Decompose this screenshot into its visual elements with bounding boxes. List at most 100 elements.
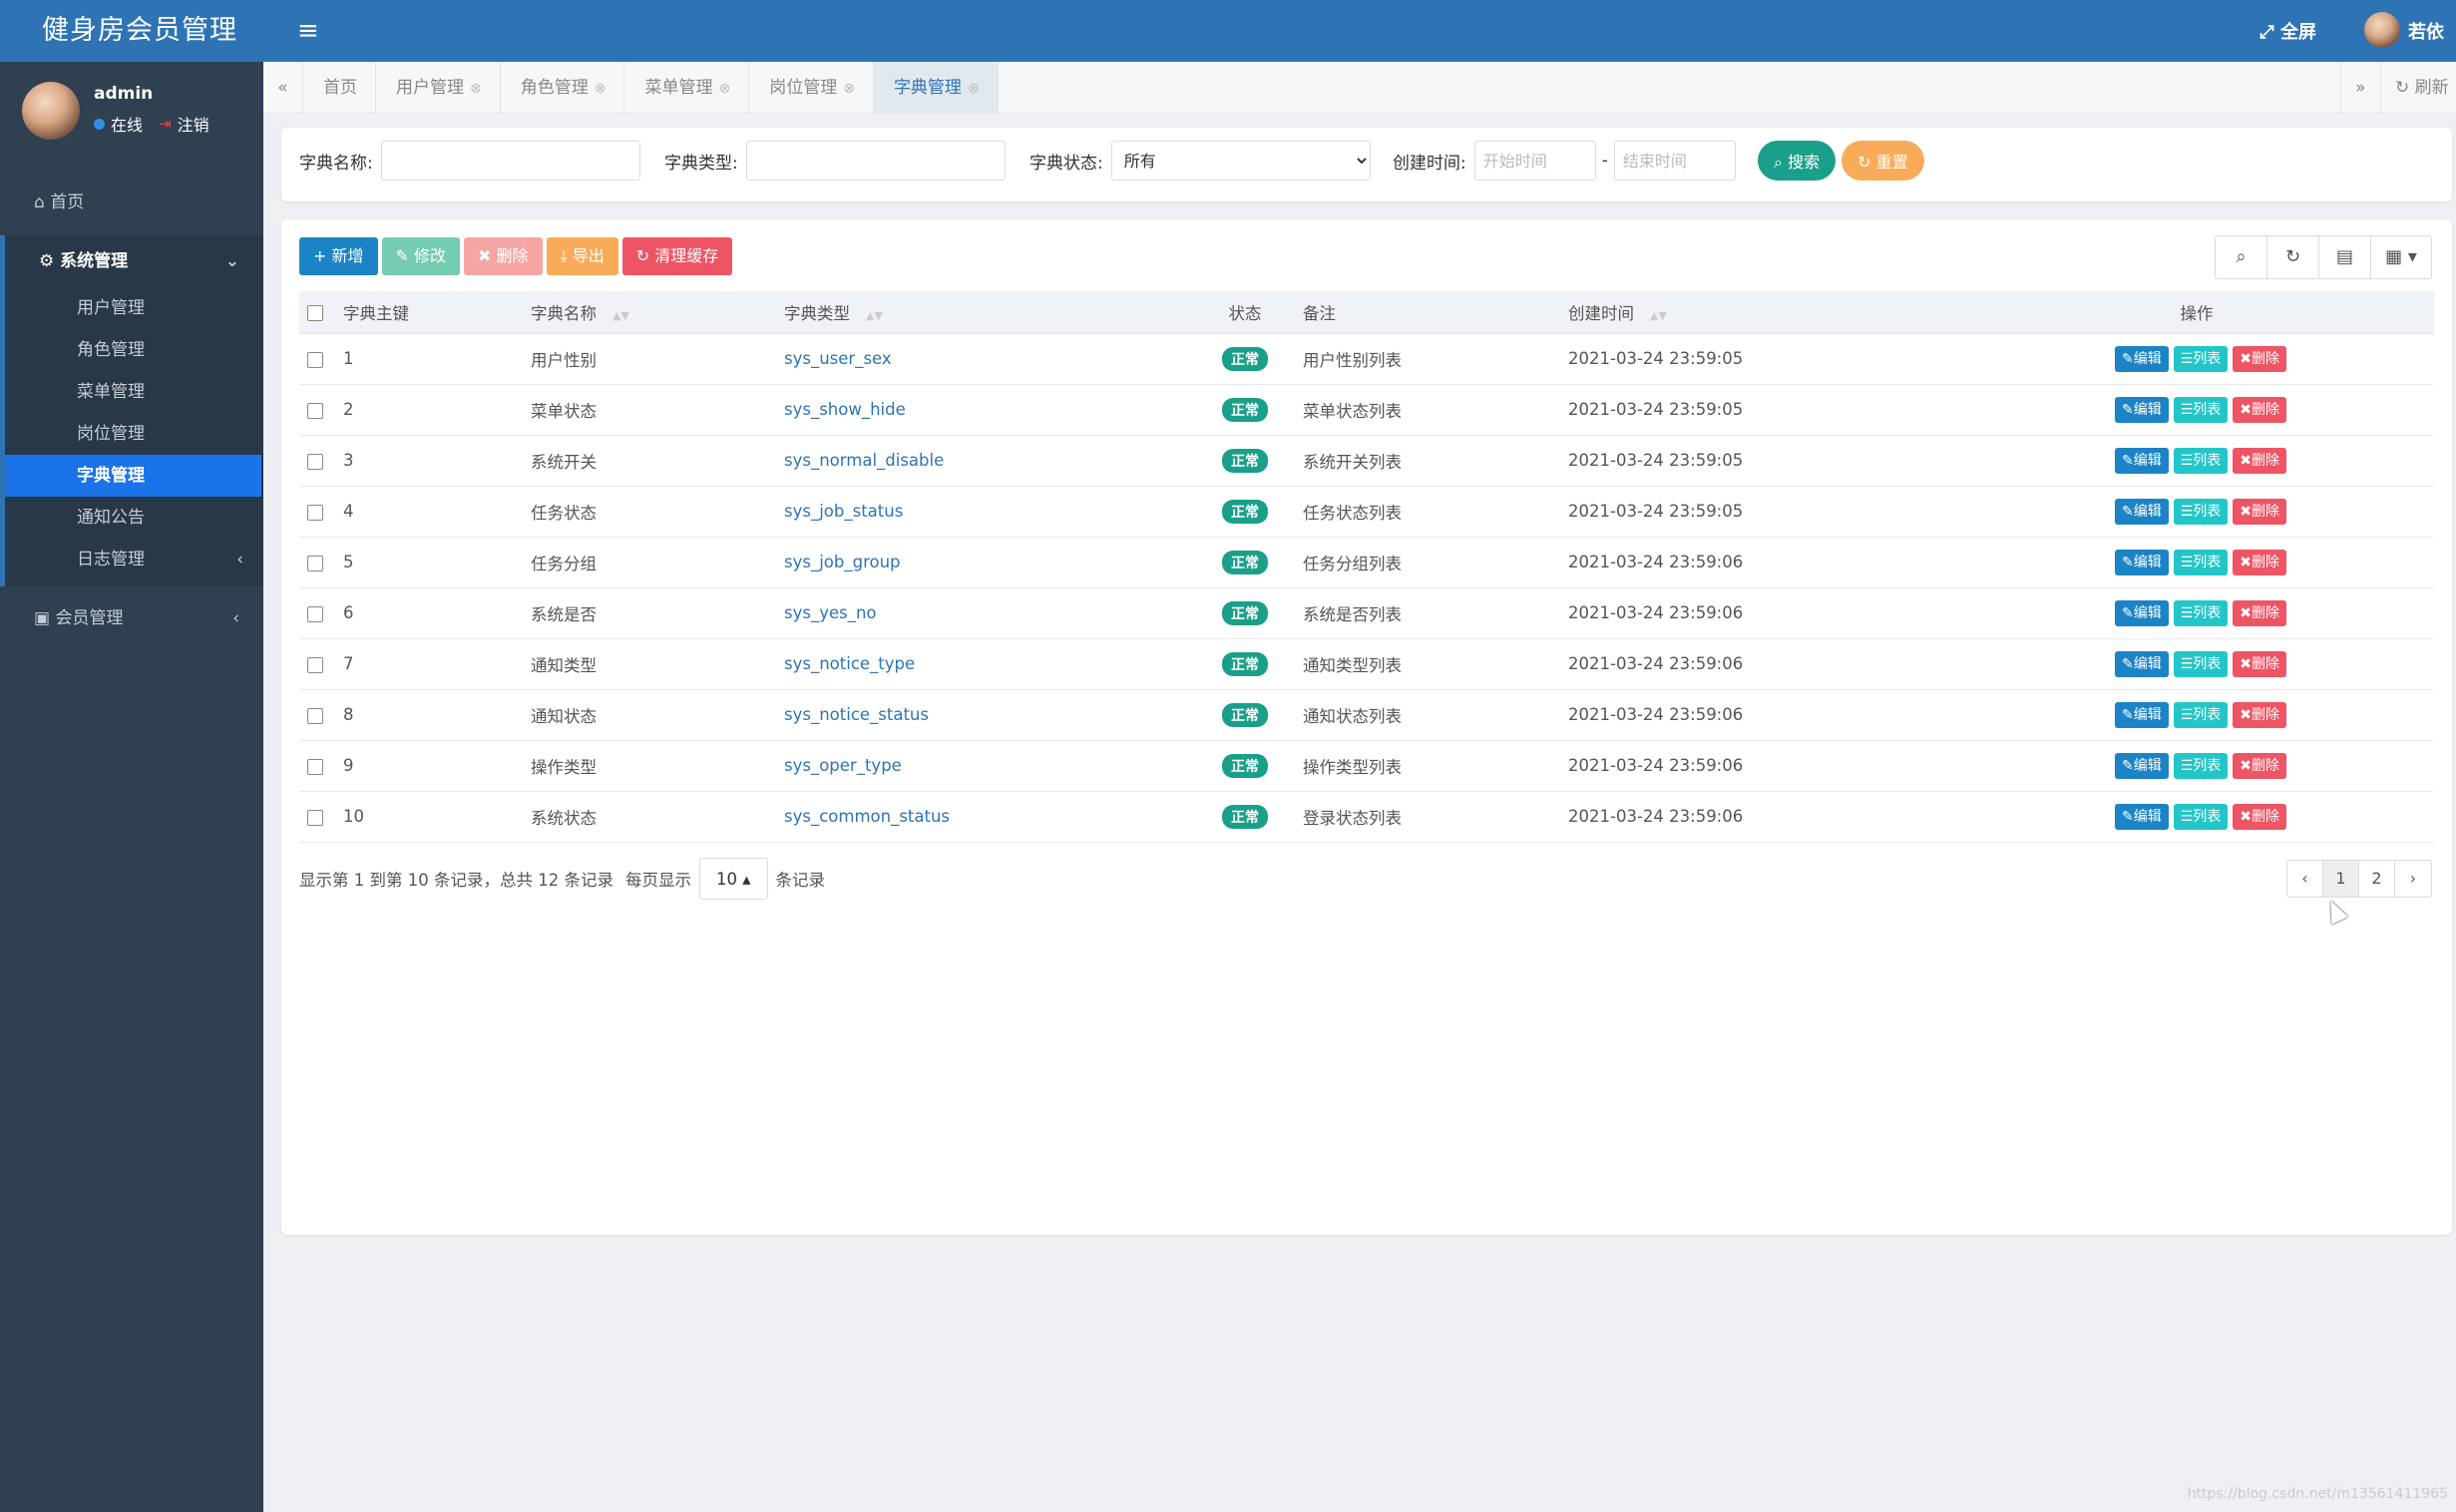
signout-link[interactable]: 注销 — [178, 112, 209, 136]
row-edit-button[interactable]: ✎编辑 — [2114, 701, 2169, 728]
fullscreen-button[interactable]: ⤢ 全屏 — [2259, 18, 2316, 44]
row-list-button[interactable]: ☰列表 — [2173, 752, 2229, 779]
dict-type-link[interactable]: sys_notice_status — [784, 705, 929, 724]
row-list-button[interactable]: ☰列表 — [2173, 498, 2229, 525]
row-edit-button[interactable]: ✎编辑 — [2114, 549, 2169, 575]
row-checkbox[interactable] — [307, 656, 323, 673]
dict-type-link[interactable]: sys_notice_type — [784, 654, 915, 673]
end-time-input[interactable] — [1613, 141, 1736, 181]
export-button[interactable]: ⤓ 导出 — [546, 237, 618, 275]
table-row[interactable]: 8 通知状态 sys_notice_status 正常 通知状态列表 2021-03-24… — [299, 689, 2434, 741]
row-delete-button[interactable]: ✖删除 — [2233, 752, 2287, 779]
row-checkbox[interactable] — [307, 758, 323, 775]
tab-menus[interactable]: 菜单管理 ⊗ — [624, 62, 750, 114]
sidebar-item-home[interactable]: ⌂ 首页 — [0, 180, 263, 225]
sidebar-item-menus[interactable]: 菜单管理 — [5, 371, 263, 413]
dict-status-select[interactable]: 所有 — [1110, 141, 1371, 181]
row-list-button[interactable]: ☰列表 — [2173, 549, 2229, 575]
user-avatar[interactable] — [22, 82, 80, 140]
search-button[interactable]: ⌕ 搜索 — [1758, 141, 1837, 181]
page-prev-button[interactable]: ‹ — [2287, 861, 2323, 897]
sidebar-item-logs[interactable]: 日志管理 ‹ — [5, 539, 263, 580]
top-user-name[interactable]: 若依 — [2408, 18, 2456, 44]
reset-button[interactable]: ↻ 重置 — [1842, 141, 1924, 181]
close-icon[interactable]: ⊗ — [595, 81, 607, 97]
tab-users[interactable]: 用户管理 ⊗ — [376, 62, 501, 114]
delete-button[interactable]: ✖ 删除 — [464, 237, 543, 275]
columns-icon[interactable]: ▦ ▾ — [2371, 236, 2431, 278]
row-list-button[interactable]: ☰列表 — [2173, 599, 2229, 626]
row-list-button[interactable]: ☰列表 — [2173, 345, 2229, 372]
col-header-type[interactable]: 字典类型 ▲▼ — [776, 291, 1195, 334]
dict-type-input[interactable] — [745, 141, 1006, 181]
signout-icon[interactable]: ⇥ — [159, 115, 172, 133]
page-1-button[interactable]: 1 — [2323, 861, 2359, 897]
sidebar-group-system-header[interactable]: ⚙ 系统管理 ⌄ — [5, 235, 263, 287]
col-header-time[interactable]: 创建时间 ▲▼ — [1560, 291, 1959, 334]
dict-type-link[interactable]: sys_user_sex — [784, 349, 892, 368]
row-delete-button[interactable]: ✖删除 — [2233, 447, 2287, 474]
table-row[interactable]: 3 系统开关 sys_normal_disable 正常 系统开关列表 2021-03-2… — [299, 435, 2434, 487]
menu-toggle-icon[interactable]: ≡ — [297, 16, 319, 46]
page-2-button[interactable]: 2 — [2359, 861, 2395, 897]
refresh-icon[interactable]: ↻ — [2267, 236, 2319, 278]
dict-type-link[interactable]: sys_normal_disable — [784, 451, 944, 470]
row-edit-button[interactable]: ✎编辑 — [2114, 447, 2169, 474]
table-row[interactable]: 1 用户性别 sys_user_sex 正常 用户性别列表 2021-03-24 23:5… — [299, 333, 2434, 385]
row-delete-button[interactable]: ✖删除 — [2233, 396, 2287, 423]
row-list-button[interactable]: ☰列表 — [2173, 396, 2229, 423]
table-row[interactable]: 9 操作类型 sys_oper_type 正常 操作类型列表 2021-03-24 23:… — [299, 740, 2434, 792]
row-list-button[interactable]: ☰列表 — [2173, 447, 2229, 474]
page-next-button[interactable]: › — [2395, 861, 2431, 897]
row-checkbox[interactable] — [307, 504, 323, 521]
row-edit-button[interactable]: ✎编辑 — [2114, 498, 2169, 525]
row-list-button[interactable]: ☰列表 — [2173, 701, 2229, 728]
table-row[interactable]: 5 任务分组 sys_job_group 正常 任务分组列表 2021-03-24 23:… — [299, 537, 2434, 588]
table-row[interactable]: 2 菜单状态 sys_show_hide 正常 菜单状态列表 2021-03-24 23:… — [299, 384, 2434, 436]
tab-dict[interactable]: 字典管理 ⊗ — [873, 62, 999, 114]
top-user-avatar[interactable] — [2364, 12, 2400, 48]
dict-type-link[interactable]: sys_common_status — [784, 807, 950, 826]
toggle-view-icon[interactable]: ▤ — [2319, 236, 2371, 278]
row-list-button[interactable]: ☰列表 — [2173, 650, 2229, 677]
row-edit-button[interactable]: ✎编辑 — [2114, 752, 2169, 779]
dict-type-link[interactable]: sys_job_status — [784, 502, 903, 521]
row-delete-button[interactable]: ✖删除 — [2233, 345, 2287, 372]
dict-type-link[interactable]: sys_show_hide — [784, 400, 906, 419]
row-checkbox[interactable] — [307, 809, 323, 826]
search-toggle-icon[interactable]: ⌕ — [2216, 236, 2267, 278]
sidebar-group-member[interactable]: ▣ 会员管理 ‹ — [0, 590, 263, 646]
close-icon[interactable]: ⊗ — [470, 81, 482, 97]
row-edit-button[interactable]: ✎编辑 — [2114, 803, 2169, 830]
start-time-input[interactable] — [1473, 141, 1596, 181]
page-size-dropdown[interactable]: 10 ▴ — [698, 858, 768, 900]
table-row[interactable]: 10 系统状态 sys_common_status 正常 登录状态列表 2021-03-2… — [299, 791, 2434, 843]
close-icon[interactable]: ⊗ — [718, 81, 730, 97]
row-edit-button[interactable]: ✎编辑 — [2114, 345, 2169, 372]
row-checkbox[interactable] — [307, 605, 323, 622]
sidebar-item-dict[interactable]: 字典管理 — [5, 455, 261, 497]
row-delete-button[interactable]: ✖删除 — [2233, 650, 2287, 677]
table-row[interactable]: 6 系统是否 sys_yes_no 正常 系统是否列表 2021-03-24 23:59:… — [299, 587, 2434, 639]
row-checkbox[interactable] — [307, 707, 323, 724]
col-header-name[interactable]: 字典名称 ▲▼ — [523, 291, 776, 334]
row-delete-button[interactable]: ✖删除 — [2233, 803, 2287, 830]
row-checkbox[interactable] — [307, 402, 323, 419]
tab-posts[interactable]: 岗位管理 ⊗ — [749, 62, 874, 114]
tabs-scroll-right-icon[interactable]: » — [2340, 62, 2380, 114]
dict-type-link[interactable]: sys_yes_no — [784, 603, 877, 622]
sidebar-item-users[interactable]: 用户管理 — [5, 287, 263, 329]
row-checkbox[interactable] — [307, 555, 323, 571]
row-edit-button[interactable]: ✎编辑 — [2114, 599, 2169, 626]
sidebar-item-posts[interactable]: 岗位管理 — [5, 413, 263, 455]
edit-button[interactable]: ✎ 修改 — [381, 237, 461, 275]
row-list-button[interactable]: ☰列表 — [2173, 803, 2229, 830]
select-all-checkbox[interactable] — [307, 304, 323, 321]
tab-home[interactable]: 首页 — [303, 62, 376, 114]
row-delete-button[interactable]: ✖删除 — [2233, 498, 2287, 525]
close-icon[interactable]: ⊗ — [843, 81, 855, 97]
clear-cache-button[interactable]: ↻ 清理缓存 — [621, 237, 733, 275]
dict-name-input[interactable] — [380, 141, 640, 181]
add-button[interactable]: + 新增 — [299, 237, 378, 275]
row-delete-button[interactable]: ✖删除 — [2233, 549, 2287, 575]
